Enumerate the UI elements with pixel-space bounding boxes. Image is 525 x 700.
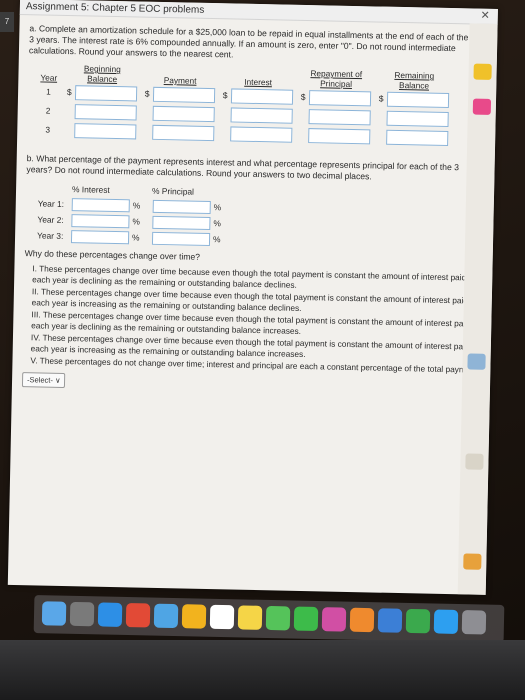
facetime-icon[interactable] xyxy=(293,606,319,632)
pct-symbol: % xyxy=(132,200,141,211)
principal-pct-input-3[interactable] xyxy=(151,231,211,247)
hand-icon[interactable] xyxy=(465,453,484,470)
col-year: Year xyxy=(40,72,58,83)
question-a-prompt: a. Complete an amortization schedule for… xyxy=(28,23,488,60)
row-label: Year 2: xyxy=(37,214,64,225)
payment-input-1[interactable] xyxy=(152,86,215,104)
beginning-balance-input-3[interactable] xyxy=(73,123,137,140)
row-label: Year 1: xyxy=(37,198,65,209)
header-principal: % Principal xyxy=(151,185,195,197)
keynote-icon[interactable] xyxy=(377,608,403,633)
answer-select[interactable]: -Select- ∨ xyxy=(21,371,66,388)
remaining-balance-input-3[interactable] xyxy=(385,129,449,146)
interest-input-1[interactable] xyxy=(230,88,293,105)
pct-symbol: % xyxy=(132,216,140,227)
beginning-balance-input-2[interactable] xyxy=(74,104,137,121)
currency-symbol: $ xyxy=(66,86,72,98)
principal-input-2[interactable] xyxy=(308,109,371,126)
close-icon[interactable]: ✕ xyxy=(480,9,490,24)
left-tab[interactable]: 7 xyxy=(0,12,14,32)
payment-input-2[interactable] xyxy=(152,105,215,123)
window-title: Assignment 5: Chapter 5 EOC problems xyxy=(25,1,205,16)
principal-input-3[interactable] xyxy=(307,128,371,145)
currency-symbol: $ xyxy=(300,91,306,102)
interest-pct-input-2[interactable] xyxy=(71,214,130,229)
question-b-prompt: b. What percentage of the payment repres… xyxy=(26,153,460,182)
launchpad-icon[interactable] xyxy=(69,601,95,627)
interest-pct-input-3[interactable] xyxy=(70,230,130,245)
row-label: Year 3: xyxy=(37,230,64,241)
col-beginning-balance: Beginning Balance xyxy=(83,63,121,85)
currency-symbol: $ xyxy=(144,88,150,99)
bookmark-icon[interactable] xyxy=(472,98,492,115)
currency-symbol: $ xyxy=(222,90,228,101)
answer-options: I. These percentages change over time be… xyxy=(30,263,482,375)
app-icon[interactable] xyxy=(463,553,482,570)
settings-icon[interactable] xyxy=(461,610,487,635)
principal-pct-input-2[interactable] xyxy=(152,215,211,231)
year-label: 1 xyxy=(46,86,51,97)
header-interest: % Interest xyxy=(71,184,110,195)
puzzle-icon[interactable] xyxy=(467,353,486,370)
question-a: a. Complete an amortization schedule for… xyxy=(29,23,488,66)
calendar-icon[interactable] xyxy=(209,604,235,630)
year-label: 2 xyxy=(45,105,51,116)
numbers-icon[interactable] xyxy=(405,608,431,634)
percentage-table: % Interest % Principal Year 1: % % Year … xyxy=(37,183,484,251)
messages-icon[interactable] xyxy=(265,605,291,631)
principal-pct-input-1[interactable] xyxy=(152,199,211,215)
principal-input-1[interactable] xyxy=(308,90,371,107)
appstore-icon[interactable] xyxy=(433,609,459,634)
laptop-bezel xyxy=(0,640,525,700)
assignment-content: a. Complete an amortization schedule for… xyxy=(12,15,498,396)
payment-input-3[interactable] xyxy=(151,124,215,142)
interest-pct-input-1[interactable] xyxy=(71,198,130,213)
chrome-icon[interactable] xyxy=(125,603,151,628)
col-repayment-principal: Repayment of Principal xyxy=(310,68,363,89)
interest-input-3[interactable] xyxy=(229,126,293,143)
pct-symbol: % xyxy=(131,232,140,243)
col-payment: Payment xyxy=(163,75,197,86)
pct-symbol: % xyxy=(213,202,222,213)
finder-icon[interactable] xyxy=(41,601,67,626)
itunes-icon[interactable] xyxy=(321,607,347,632)
pct-symbol: % xyxy=(213,218,221,229)
currency-symbol: $ xyxy=(378,93,384,104)
remaining-balance-input-2[interactable] xyxy=(386,110,449,127)
highlighter-icon[interactable] xyxy=(473,63,492,80)
notes-icon[interactable] xyxy=(237,605,263,630)
safari-icon[interactable] xyxy=(97,602,123,627)
question-b: b. What percentage of the payment repres… xyxy=(26,153,484,185)
beginning-balance-input-1[interactable] xyxy=(74,85,138,102)
mail-icon[interactable] xyxy=(153,603,179,629)
books-icon[interactable] xyxy=(349,607,375,633)
browser-window: Assignment 5: Chapter 5 EOC problems ✕ a… xyxy=(7,0,498,595)
remaining-balance-input-1[interactable] xyxy=(386,91,449,108)
col-interest: Interest xyxy=(244,76,273,88)
col-remaining-balance: Remaining Balance xyxy=(394,69,435,91)
photos-icon[interactable] xyxy=(181,604,207,629)
amortization-table: Year Beginning Balance Payment Interest … xyxy=(33,62,453,148)
year-label: 3 xyxy=(45,124,51,135)
interest-input-2[interactable] xyxy=(230,107,293,124)
pct-symbol: % xyxy=(212,234,221,245)
